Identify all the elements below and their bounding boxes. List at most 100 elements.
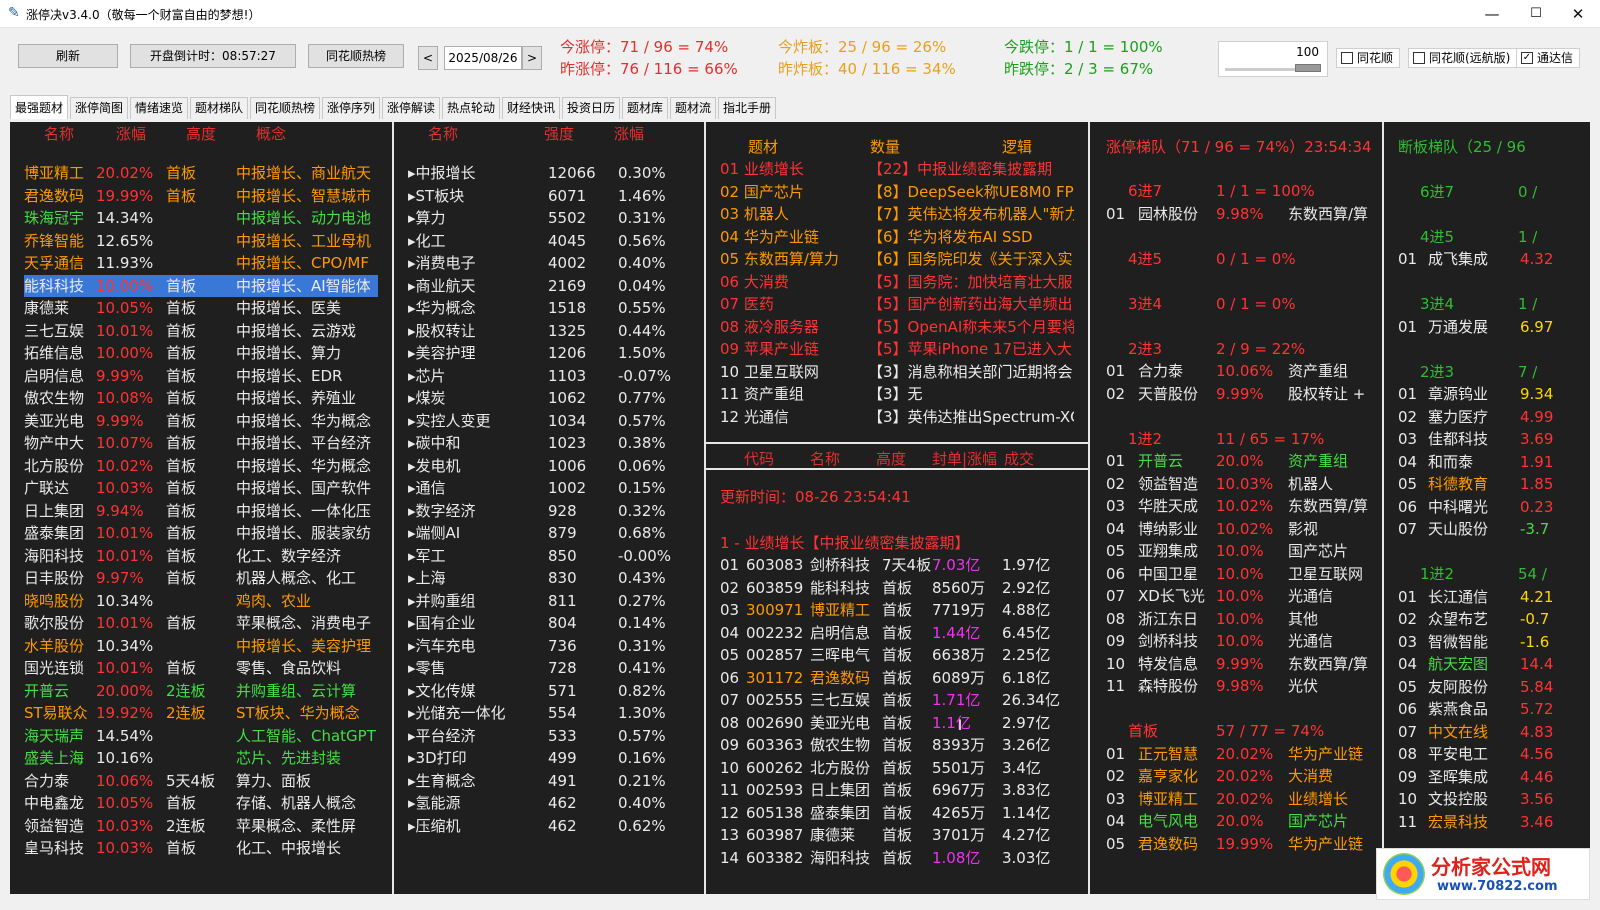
stock-row[interactable]: 傲农生物 10.08% 首板 中报增长、养殖业 [24, 387, 378, 409]
ladder-stock-row[interactable]: 08 浙江东日 10.0% 其他 [1106, 608, 1376, 630]
limit-up-stock-row[interactable]: 14 603382 海阳科技 首板 1.08亿 3.03亿 [720, 847, 1086, 869]
theme-row[interactable]: 11 资产重组 【3】无 [720, 383, 1086, 405]
broken-stock-row[interactable]: 03 智微智能 -1.6 [1398, 631, 1588, 653]
stock-row[interactable]: 合力泰 10.06% 5天4板 算力、面板 [24, 770, 378, 792]
ladder-stock-row[interactable]: 05 君逸数码 19.99% 华为产业链 [1106, 833, 1376, 855]
stock-row[interactable]: 开普云 20.00% 2连板 并购重组、云计算 [24, 680, 378, 702]
stock-row[interactable]: 海阳科技 10.01% 首板 化工、数字经济 [24, 545, 378, 567]
tdx-checkbox[interactable]: ✓ 通达信 [1516, 48, 1581, 68]
broken-stock-row[interactable]: 08 平安电工 4.56 [1398, 743, 1588, 765]
ladder-stock-row[interactable]: 01 正元智慧 20.02% 华为产业链 [1106, 743, 1376, 765]
ladder-stock-row[interactable]: 02 领益智造 10.03% 机器人 [1106, 473, 1376, 495]
broken-stock-row[interactable]: 04 和而泰 1.91 [1398, 451, 1588, 473]
ladder-stock-row[interactable]: 01 合力泰 10.06% 资产重组 [1106, 360, 1376, 382]
concept-row[interactable]: ▸氢能源 462 0.40% [408, 792, 698, 814]
concept-row[interactable]: ▸碳中和 1023 0.38% [408, 432, 698, 454]
broken-group-header[interactable]: 1进2 54 / [1398, 563, 1588, 585]
column-header[interactable]: 封单|涨幅 [932, 448, 997, 469]
broken-stock-row[interactable]: 01 章源钨业 9.34 [1398, 383, 1588, 405]
concept-row[interactable]: ▸平台经济 533 0.57% [408, 725, 698, 747]
stock-row[interactable]: 天孚通信 11.93% 中报增长、CPO/MF [24, 252, 378, 274]
concept-row[interactable]: ▸数字经济 928 0.32% [408, 500, 698, 522]
tab-10[interactable]: 投资日历 [562, 97, 620, 119]
column-header[interactable]: 名称 [428, 123, 458, 144]
theme-row[interactable]: 06 大消费 【5】国务院：加快培育壮大服 [720, 271, 1086, 293]
limit-up-stock-row[interactable]: 06 301172 君逸数码 首板 6089万 6.18亿 [720, 667, 1086, 689]
broken-stock-row[interactable]: 02 众望布艺 -0.7 [1398, 608, 1588, 630]
tab-8[interactable]: 热点轮动 [442, 97, 500, 119]
limit-up-stock-row[interactable]: 10 600262 北方股份 首板 5501万 3.4亿 [720, 757, 1086, 779]
limit-up-stock-row[interactable]: 13 603987 康德莱 首板 3701万 4.27亿 [720, 824, 1086, 846]
tab-6[interactable]: 涨停序列 [322, 97, 380, 119]
concept-row[interactable]: ▸光储充一体化 554 1.30% [408, 702, 698, 724]
stock-row[interactable]: 拓维信息 10.00% 首板 中报增长、算力 [24, 342, 378, 364]
stock-row[interactable]: 水羊股份 10.34% 中报增长、美容护理 [24, 635, 378, 657]
limit-up-stock-row[interactable]: 11 002593 日上集团 首板 6967万 3.83亿 [720, 779, 1086, 801]
concept-row[interactable]: ▸算力 5502 0.31% [408, 207, 698, 229]
stock-row[interactable]: 国光连锁 10.01% 首板 零售、食品饮料 [24, 657, 378, 679]
concept-row[interactable]: ▸3D打印 499 0.16% [408, 747, 698, 769]
theme-row[interactable]: 04 华为产业链 【6】华为将发布AI SSD [720, 226, 1086, 248]
tab-3[interactable]: 情绪速览 [130, 97, 188, 119]
limit-up-stock-row[interactable]: 01 603083 剑桥科技 7天4板 7.03亿 1.97亿 [720, 554, 1086, 576]
close-button[interactable]: ✕ [1556, 2, 1600, 26]
checkbox-box[interactable] [1413, 52, 1425, 64]
ladder-stock-row[interactable]: 04 博纳影业 10.02% 影视 [1106, 518, 1376, 540]
concept-row[interactable]: ▸上海 830 0.43% [408, 567, 698, 589]
limit-up-stock-row[interactable]: 02 603859 能科科技 首板 8560万 2.92亿 [720, 577, 1086, 599]
slider-thumb[interactable] [1295, 64, 1321, 72]
prev-date-button[interactable]: < [418, 46, 438, 70]
concept-row[interactable]: ▸汽车充电 736 0.31% [408, 635, 698, 657]
ladder-stock-row[interactable]: 02 嘉亨家化 20.02% 大消费 [1106, 765, 1376, 787]
checkbox-box[interactable] [1341, 52, 1353, 64]
broken-stock-row[interactable]: 04 航天宏图 14.4 [1398, 653, 1588, 675]
broken-stock-row[interactable]: 07 中文在线 4.83 [1398, 721, 1588, 743]
ladder-stock-row[interactable]: 06 中国卫星 10.0% 卫星互联网 [1106, 563, 1376, 585]
tab-7[interactable]: 涨停解读 [382, 97, 440, 119]
ladder-stock-row[interactable]: 02 天普股份 9.99% 股权转让 + [1106, 383, 1376, 405]
limit-up-stock-row[interactable]: 05 002857 三晖电气 首板 6638万 2.25亿 [720, 644, 1086, 666]
broken-stock-row[interactable]: 11 宏景科技 3.46 [1398, 811, 1588, 833]
theme-row[interactable]: 12 光通信 【3】英伟达推出Spectrum-XG [720, 406, 1086, 428]
concept-row[interactable]: ▸文化传媒 571 0.82% [408, 680, 698, 702]
stock-row[interactable]: 三七互娱 10.01% 首板 中报增长、云游戏 [24, 320, 378, 342]
broken-stock-row[interactable]: 05 友阿股份 5.84 [1398, 676, 1588, 698]
column-header[interactable]: 名称 [44, 123, 74, 144]
limit-up-stock-row[interactable]: 07 002555 三七互娱 首板 1.71亿 26.34亿 [720, 689, 1086, 711]
theme-row[interactable]: 09 苹果产业链 【5】苹果iPhone 17已进入大 [720, 338, 1086, 360]
date-field[interactable]: 2025/08/26 [444, 46, 522, 70]
concept-row[interactable]: ▸煤炭 1062 0.77% [408, 387, 698, 409]
concept-row[interactable]: ▸国有企业 804 0.14% [408, 612, 698, 634]
concept-row[interactable]: ▸ST板块 6071 1.46% [408, 185, 698, 207]
stock-row[interactable]: 皇马科技 10.03% 首板 化工、中报增长 [24, 837, 378, 859]
stock-row[interactable]: 领益智造 10.03% 2连板 苹果概念、柔性屏 [24, 815, 378, 837]
ladder-group-header[interactable]: 3进4 0 / 1 = 0% [1106, 293, 1376, 315]
theme-row[interactable]: 07 医药 【5】国产创新药出海大单频出 [720, 293, 1086, 315]
ladder-group-header[interactable]: 首板 57 / 77 = 74% [1106, 720, 1376, 742]
maximize-button[interactable]: ☐ [1514, 2, 1558, 26]
tab-1[interactable]: 最强题材 [10, 95, 68, 119]
column-header[interactable]: 涨幅 [614, 123, 644, 144]
broken-group-header[interactable]: 4进5 1 / [1398, 226, 1588, 248]
stock-row[interactable]: 启明信息 9.99% 首板 中报增长、EDR [24, 365, 378, 387]
checkbox-checked[interactable]: ✓ [1521, 52, 1533, 64]
stock-row[interactable]: 美亚光电 9.99% 首板 中报增长、华为概念 [24, 410, 378, 432]
next-date-button[interactable]: > [522, 46, 542, 70]
ladder-stock-row[interactable]: 01 开普云 20.0% 资产重组 [1106, 450, 1376, 472]
ladder-stock-row[interactable]: 01 园林股份 9.98% 东数西算/算 [1106, 203, 1376, 225]
broken-stock-row[interactable]: 01 万通发展 6.97 [1398, 316, 1588, 338]
limit-up-stock-row[interactable]: 03 300971 博亚精工 首板 7719万 4.88亿 [720, 599, 1086, 621]
ladder-group-header[interactable]: 4进5 0 / 1 = 0% [1106, 248, 1376, 270]
concept-row[interactable]: ▸消费电子 4002 0.40% [408, 252, 698, 274]
broken-stock-row[interactable]: 06 紫燕食品 5.72 [1398, 698, 1588, 720]
ths-checkbox[interactable]: 同花顺 [1336, 48, 1401, 68]
countdown-button[interactable]: 开盘倒计时：08:57:27 [130, 44, 296, 68]
stock-row[interactable]: 日上集团 9.94% 首板 中报增长、一体化压 [24, 500, 378, 522]
ladder-stock-row[interactable]: 10 特发信息 9.99% 东数西算/算 [1106, 653, 1376, 675]
tab-9[interactable]: 财经快讯 [502, 97, 560, 119]
concept-row[interactable]: ▸实控人变更 1034 0.57% [408, 410, 698, 432]
stock-row[interactable]: 能科科技 10.00% 首板 中报增长、AI智能体 [24, 274, 378, 297]
stock-row[interactable]: 歌尔股份 10.01% 首板 苹果概念、消费电子 [24, 612, 378, 634]
theme-row[interactable]: 10 卫星互联网 【3】消息称相关部门近期将会 [720, 361, 1086, 383]
broken-group-header[interactable]: 3进4 1 / [1398, 293, 1588, 315]
